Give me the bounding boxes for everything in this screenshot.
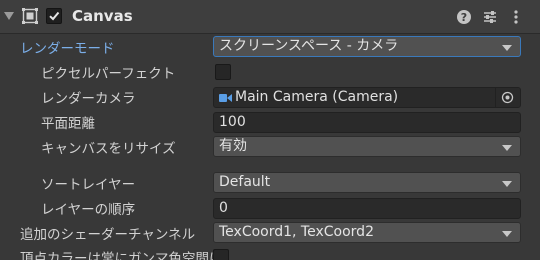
sorting-layer-label: ソートレイヤー xyxy=(41,177,136,193)
render-mode-dropdown[interactable]: スクリーンスペース - カメラ xyxy=(213,36,521,57)
component-title: Canvas xyxy=(72,7,133,25)
canvas-component-icon xyxy=(22,8,38,24)
chevron-down-icon xyxy=(502,45,512,51)
help-icon[interactable]: ? xyxy=(456,9,472,25)
shader-channels-value: TexCoord1, TexCoord2 xyxy=(219,224,374,240)
shader-channels-label: 追加のシェーダーチャンネル xyxy=(20,227,196,243)
chevron-down-icon xyxy=(502,145,512,151)
component-header[interactable]: Canvas ? xyxy=(0,0,540,34)
plane-distance-input[interactable]: 100 xyxy=(213,112,521,133)
checkmark-icon xyxy=(49,11,60,21)
render-camera-label: レンダーカメラ xyxy=(41,91,136,107)
resize-canvas-label: キャンバスをリサイズ xyxy=(41,141,176,157)
preset-icon[interactable] xyxy=(482,9,498,25)
chevron-down-icon xyxy=(502,231,512,237)
resize-canvas-dropdown[interactable]: 有効 xyxy=(213,136,521,157)
foldout-arrow-icon[interactable] xyxy=(4,12,14,20)
svg-text:?: ? xyxy=(461,11,467,24)
sorting-layer-value: Default xyxy=(219,174,271,190)
component-enabled-checkbox[interactable] xyxy=(46,8,62,24)
vertex-color-gamma-label: 頂点カラーは常にガンマ色空間に xyxy=(20,251,223,260)
more-icon[interactable] xyxy=(508,9,524,25)
chevron-down-icon xyxy=(502,181,512,187)
plane-distance-label: 平面距離 xyxy=(41,116,95,132)
render-mode-label: レンダーモード xyxy=(20,41,115,57)
sorting-layer-dropdown[interactable]: Default xyxy=(213,172,521,193)
camera-icon xyxy=(219,94,232,102)
vertex-color-gamma-checkbox[interactable] xyxy=(213,249,229,260)
resize-canvas-value: 有効 xyxy=(219,138,247,154)
order-in-layer-label: レイヤーの順序 xyxy=(41,202,136,218)
render-camera-value: Main Camera (Camera) xyxy=(235,89,399,105)
object-picker-icon xyxy=(501,91,514,104)
object-picker-button[interactable] xyxy=(495,88,520,107)
render-mode-value: スクリーンスペース - カメラ xyxy=(219,38,399,54)
shader-channels-dropdown[interactable]: TexCoord1, TexCoord2 xyxy=(213,222,521,243)
order-in-layer-input[interactable]: 0 xyxy=(213,198,521,219)
render-camera-field[interactable]: Main Camera (Camera) xyxy=(213,87,521,108)
pixel-perfect-checkbox[interactable] xyxy=(215,64,231,80)
pixel-perfect-label: ピクセルパーフェクト xyxy=(41,66,176,82)
